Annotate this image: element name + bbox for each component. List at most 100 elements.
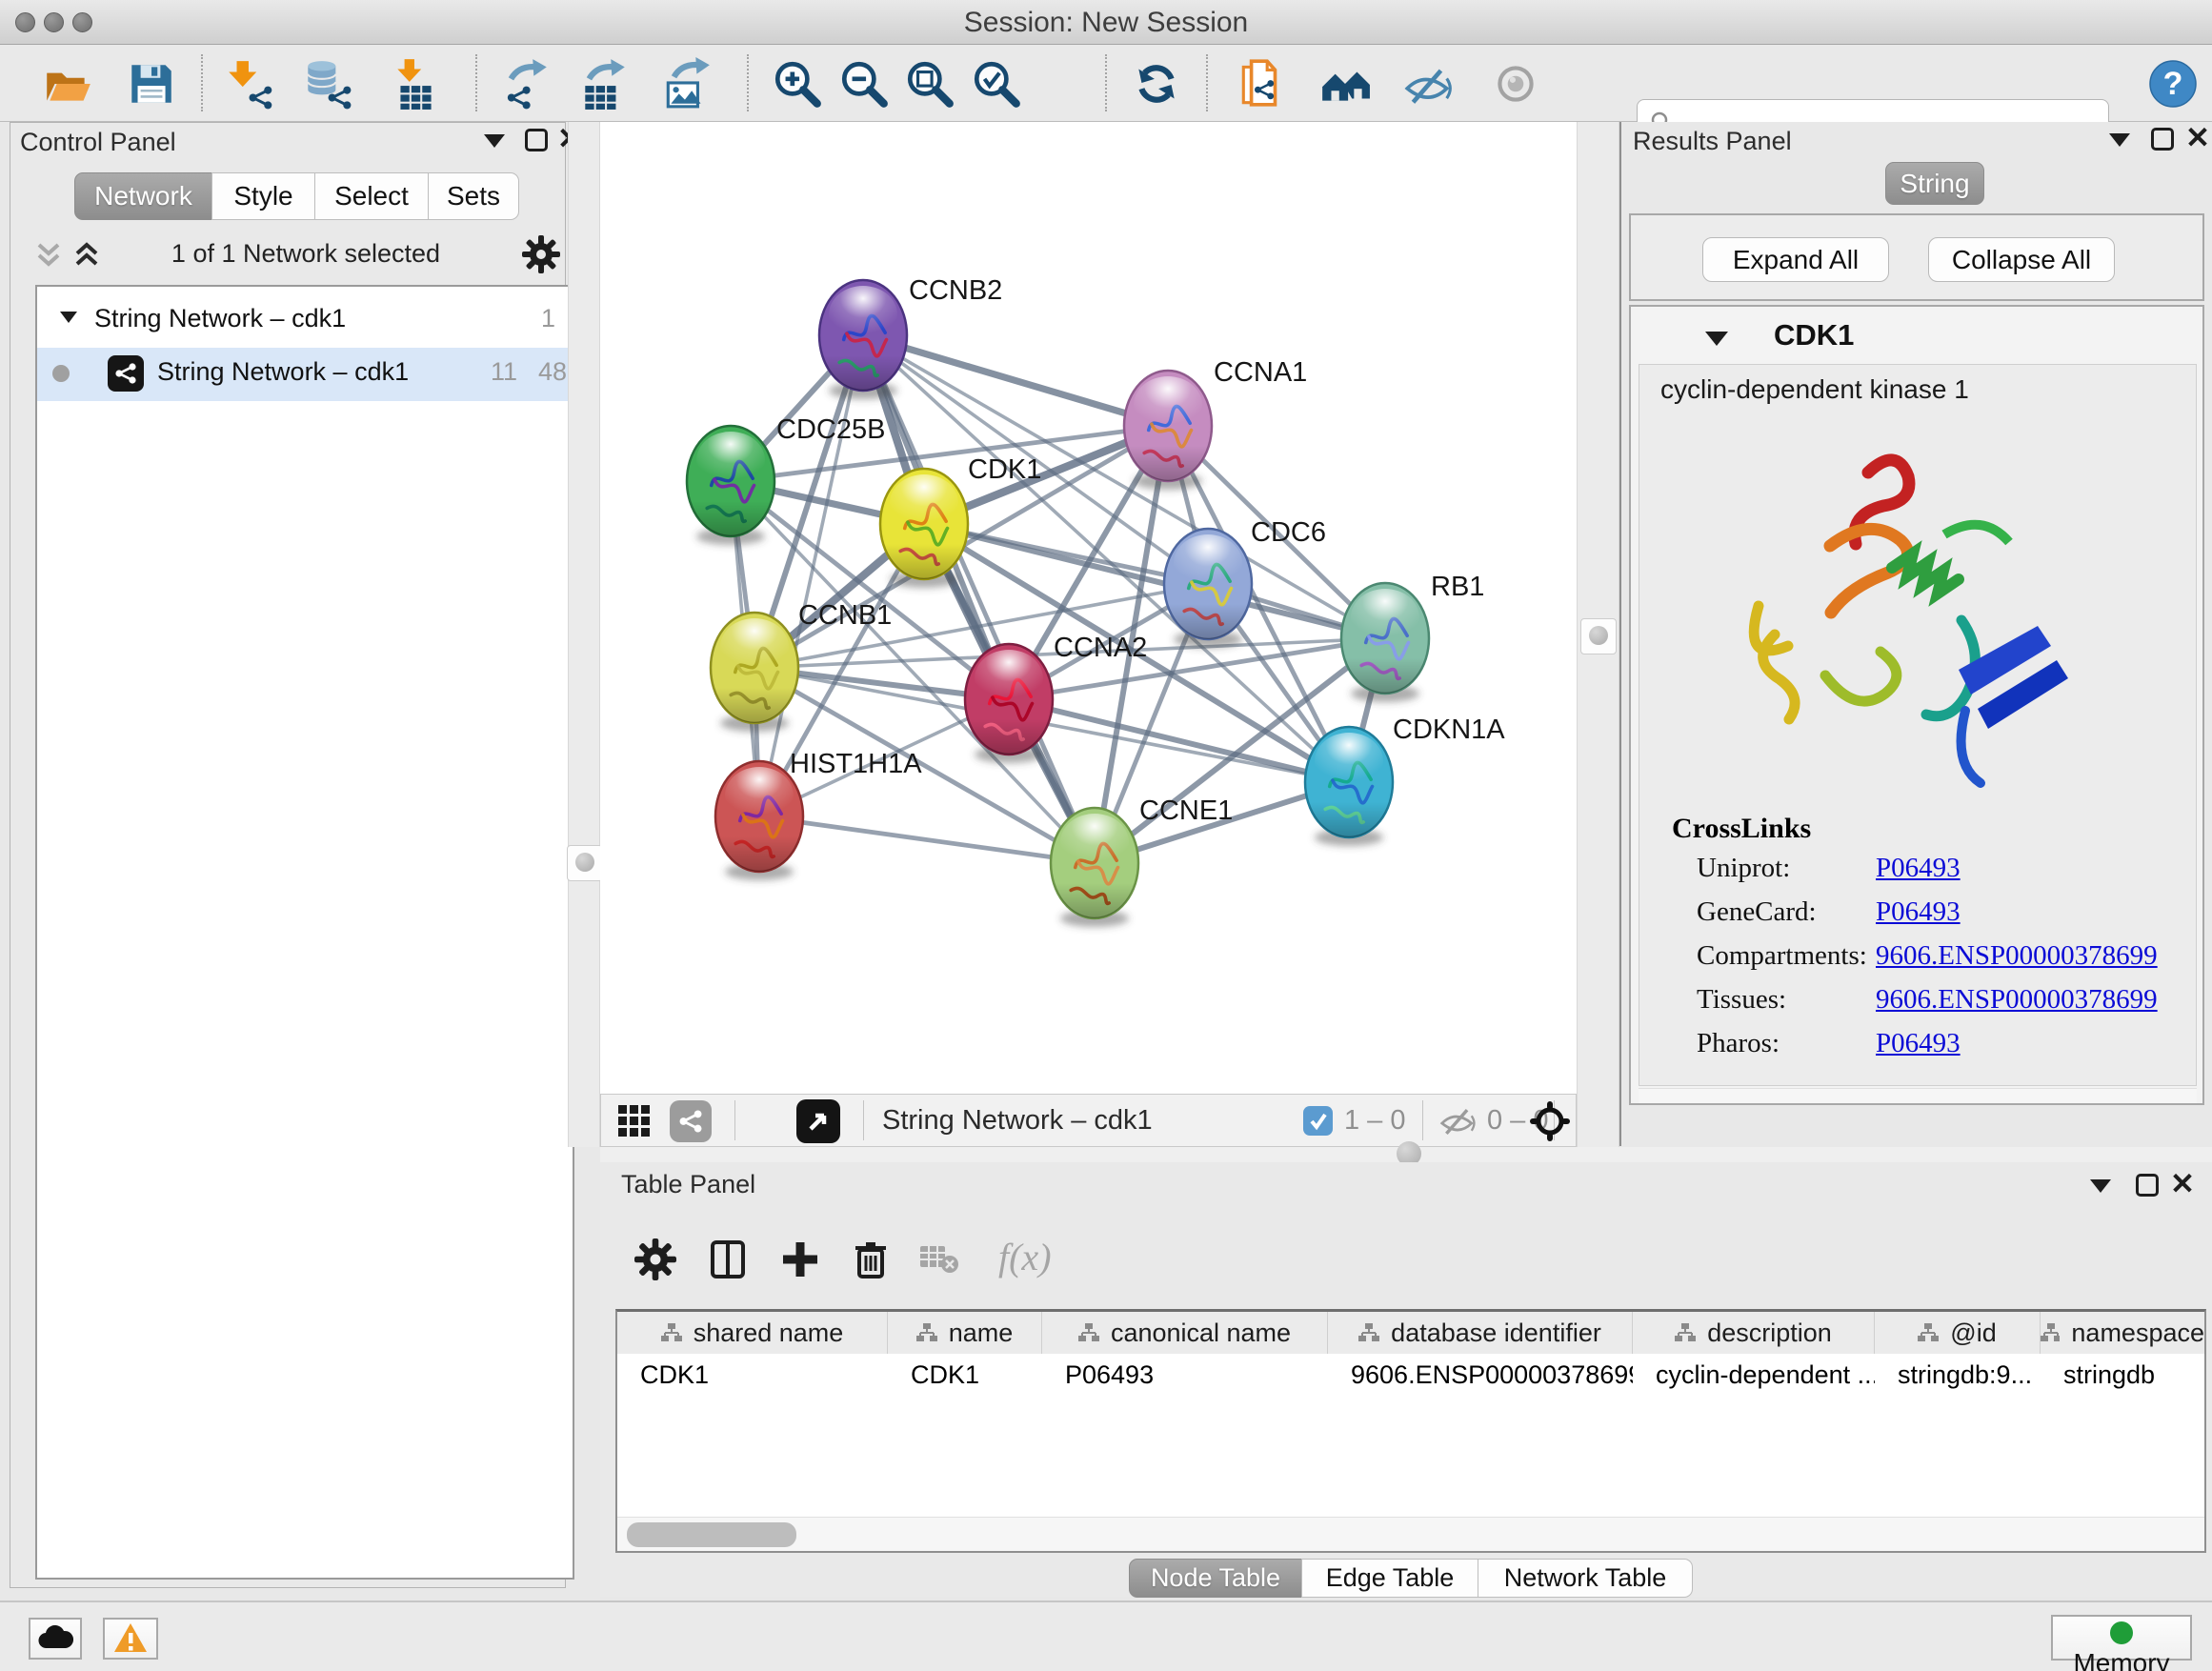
float-results-panel-button[interactable] — [2109, 133, 2130, 147]
column-header[interactable]: name — [888, 1312, 1042, 1354]
export-network-button[interactable] — [499, 57, 553, 111]
collapse-gene-section-icon[interactable] — [1705, 332, 1728, 346]
tab-edge-table[interactable]: Edge Table — [1301, 1559, 1478, 1598]
import-network-button[interactable] — [223, 57, 276, 111]
network-node-CCNB2[interactable] — [819, 280, 907, 399]
expand-all-button[interactable]: Expand All — [1702, 237, 1889, 282]
tab-node-table[interactable]: Node Table — [1129, 1559, 1302, 1598]
delete-column-icon[interactable] — [850, 1238, 892, 1280]
cell-database-identifier[interactable]: 9606.ENSP00000378699 — [1328, 1354, 1633, 1397]
zoom-selected-button[interactable] — [970, 57, 1023, 111]
close-table-panel-button[interactable]: ✕ — [2170, 1172, 2195, 1197]
float-table-panel-button[interactable] — [2090, 1179, 2111, 1193]
collapse-collection-icon[interactable] — [60, 312, 77, 323]
string-style-toggle[interactable] — [670, 1100, 712, 1142]
collapse-all-button[interactable]: Collapse All — [1928, 237, 2115, 282]
network-node-CCNB1[interactable] — [711, 613, 798, 732]
column-header[interactable]: canonical name — [1042, 1312, 1328, 1354]
export-image-button[interactable] — [660, 57, 714, 111]
first-neighbors-button[interactable] — [1318, 57, 1372, 111]
import-table-button[interactable] — [389, 57, 442, 111]
help-button[interactable]: ? — [2149, 60, 2197, 108]
column-header[interactable]: description — [1633, 1312, 1875, 1354]
collection-count: 1 — [513, 304, 555, 333]
zoom-in-button[interactable] — [771, 57, 824, 111]
import-network-from-database-button[interactable] — [300, 57, 353, 111]
crosslink-compartments[interactable]: 9606.ENSP00000378699 — [1876, 940, 2158, 972]
horizontal-splitter[interactable] — [600, 1147, 2212, 1162]
tab-network-table[interactable]: Network Table — [1478, 1559, 1693, 1598]
network-node-CCNA2[interactable] — [965, 644, 1053, 763]
cell-namespace[interactable]: stringdb — [2041, 1354, 2204, 1397]
right-splitter-handle[interactable] — [1580, 618, 1617, 654]
results-panel-title: Results Panel — [1633, 127, 1792, 156]
protein-structure-image[interactable] — [1716, 420, 2116, 801]
cell-id[interactable]: stringdb:9... — [1875, 1354, 2041, 1397]
column-header[interactable]: @id — [1875, 1312, 2041, 1354]
hide-panel-button[interactable] — [1401, 57, 1455, 111]
tab-style[interactable]: Style — [211, 172, 315, 220]
node-label-HIST1H1A: HIST1H1A — [790, 749, 922, 779]
open-folder-icon — [41, 57, 94, 111]
table-options-gear-icon[interactable] — [634, 1238, 676, 1280]
cell-description[interactable]: cyclin-dependent ... — [1633, 1354, 1875, 1397]
table-horizontal-scrollbar[interactable] — [617, 1517, 2204, 1551]
left-splitter[interactable] — [568, 122, 600, 1147]
save-session-button[interactable] — [124, 57, 177, 111]
crosslink-uniprot[interactable]: P06493 — [1876, 853, 1961, 884]
annotation-button[interactable] — [1236, 57, 1289, 111]
cell-shared-name[interactable]: CDK1 — [617, 1354, 888, 1397]
cell-name[interactable]: CDK1 — [888, 1354, 1042, 1397]
show-graphics-button[interactable] — [1489, 57, 1542, 111]
network-node-RB1[interactable] — [1341, 583, 1429, 702]
maximize-panel-button[interactable] — [525, 129, 548, 151]
right-splitter[interactable] — [1577, 122, 1619, 1147]
memory-button[interactable]: Memory — [2051, 1615, 2192, 1661]
cloud-icon — [37, 1625, 73, 1650]
tab-select[interactable]: Select — [314, 172, 429, 220]
cloud-status-button[interactable] — [29, 1618, 82, 1660]
selected-checkbox[interactable] — [1303, 1106, 1333, 1136]
eye-slash-icon — [1401, 67, 1455, 106]
maximize-table-panel-button[interactable] — [2136, 1174, 2159, 1197]
add-column-icon[interactable] — [779, 1238, 821, 1280]
cell-canonical-name[interactable]: P06493 — [1042, 1354, 1328, 1397]
maximize-results-panel-button[interactable] — [2151, 128, 2174, 151]
tab-sets[interactable]: Sets — [428, 172, 519, 220]
column-header[interactable]: database identifier — [1328, 1312, 1633, 1354]
collapse-all-networks-icon[interactable] — [71, 239, 102, 270]
crosslink-pharos[interactable]: P06493 — [1876, 1028, 1961, 1059]
crosslink-genecard[interactable]: P06493 — [1876, 896, 1961, 928]
zoom-fit-button[interactable] — [903, 57, 956, 111]
expand-all-networks-icon[interactable] — [33, 239, 64, 270]
network-row-selected[interactable]: String Network – cdk1 11 48 — [37, 348, 573, 401]
results-scrollbar[interactable] — [1639, 1088, 2197, 1103]
column-header[interactable]: shared name — [617, 1312, 888, 1354]
tab-string[interactable]: String — [1885, 162, 1984, 205]
network-collection-row[interactable]: String Network – cdk1 1 — [37, 294, 573, 348]
table-scrollbar-thumb[interactable] — [627, 1522, 796, 1547]
birdseye-crosshair-icon[interactable] — [1530, 1101, 1570, 1141]
apply-layout-button[interactable] — [1130, 57, 1183, 111]
network-node-CCNE1[interactable] — [1051, 808, 1138, 927]
column-tree-icon — [1675, 1322, 1696, 1343]
network-options-gear-icon[interactable] — [522, 235, 560, 273]
open-in-browser-button[interactable] — [796, 1099, 840, 1143]
crosslink-tissues[interactable]: 9606.ENSP00000378699 — [1876, 984, 2158, 1016]
network-node-CDC25B[interactable] — [687, 426, 774, 545]
network-canvas[interactable]: CCNB2CCNA1CDC25BCDK1CDC6RB1CCNB1CCNA2CDK… — [600, 122, 1577, 1094]
birdseye-grid-icon[interactable] — [618, 1105, 651, 1137]
tab-network[interactable]: Network — [74, 172, 212, 220]
float-panel-button[interactable] — [484, 134, 505, 148]
close-results-panel-button[interactable]: ✕ — [2185, 126, 2210, 151]
zoom-out-button[interactable] — [837, 57, 891, 111]
network-node-CCNA1[interactable] — [1124, 371, 1212, 490]
warnings-button[interactable] — [103, 1618, 158, 1660]
table-row[interactable]: CDK1 CDK1 P06493 9606.ENSP00000378699 cy… — [617, 1354, 2204, 1397]
network-node-CDKN1A[interactable] — [1305, 727, 1393, 846]
export-table-button[interactable] — [577, 57, 631, 111]
open-session-button[interactable] — [41, 57, 94, 111]
left-splitter-handle[interactable] — [567, 845, 603, 881]
column-header[interactable]: namespace — [2041, 1312, 2204, 1354]
show-columns-icon[interactable] — [707, 1238, 749, 1280]
